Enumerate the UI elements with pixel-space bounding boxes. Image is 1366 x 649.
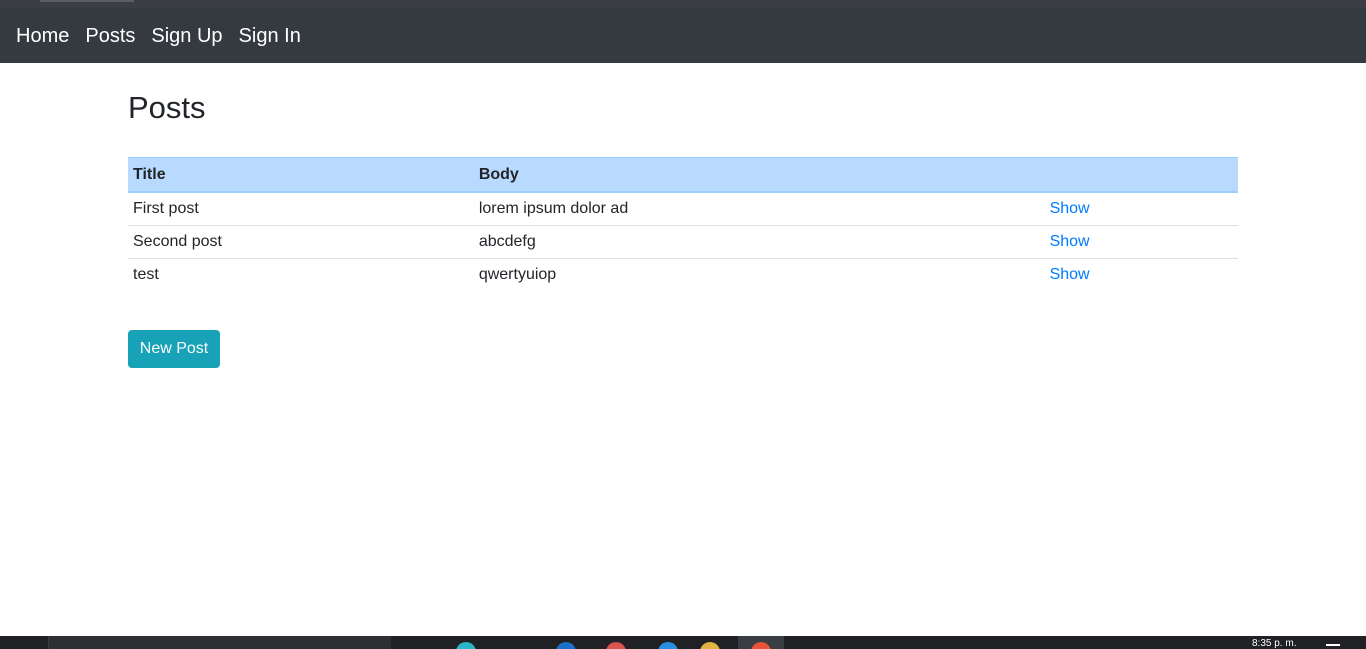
show-post-link[interactable]: Show	[1050, 266, 1090, 283]
taskbar-search-box[interactable]	[48, 636, 391, 649]
nav-posts-link[interactable]: Posts	[85, 22, 135, 50]
posts-table-header: Title Body	[128, 157, 1238, 193]
table-row: test qwertyuiop Show	[128, 259, 1238, 292]
post-title-cell: test	[133, 266, 159, 283]
header-row: Title Body	[128, 157, 1238, 193]
column-header-title: Title	[128, 157, 474, 193]
top-navbar: Home Posts Sign Up Sign In	[0, 0, 1366, 63]
taskbar-active-app-slot[interactable]	[738, 636, 784, 649]
folder-icon[interactable]	[700, 642, 720, 649]
browser-tab-edge	[40, 0, 134, 2]
browser-tab-strip	[0, 0, 1366, 8]
page-title: Posts	[128, 90, 206, 125]
post-action-cell: Show	[1044, 225, 1238, 259]
posts-table: Title Body First post lorem ipsum dolor …	[128, 157, 1238, 291]
taskbar-app-icon[interactable]	[658, 642, 678, 649]
show-post-link[interactable]: Show	[1050, 233, 1090, 250]
taskbar-app-icon[interactable]	[556, 642, 576, 649]
table-row: Second post abcdefg Show	[128, 225, 1238, 259]
post-body-cell: qwertyuiop	[478, 266, 557, 283]
taskbar-app-icon[interactable]	[606, 642, 626, 649]
os-taskbar: 8:35 p. m.	[0, 636, 1366, 649]
column-header-action	[1044, 157, 1238, 193]
post-body-cell: abcdefg	[473, 225, 1045, 259]
column-header-body: Body	[473, 157, 1045, 193]
nav-sign-in-link[interactable]: Sign In	[239, 22, 301, 50]
taskbar-app-icon[interactable]	[456, 642, 476, 649]
posts-table-body: First post lorem ipsum dolor ad Show Sec…	[128, 192, 1238, 291]
post-title-cell: Second post	[128, 225, 474, 259]
show-post-link[interactable]: Show	[1050, 200, 1090, 217]
new-post-button[interactable]: New Post	[128, 330, 220, 368]
taskbar-clock[interactable]: 8:35 p. m.	[1252, 639, 1296, 649]
table-row: First post lorem ipsum dolor ad Show	[128, 192, 1238, 226]
post-action-cell: Show	[1044, 192, 1238, 226]
nav-sign-up-link[interactable]: Sign Up	[151, 22, 222, 50]
notification-icon[interactable]	[1326, 644, 1340, 646]
browser-icon[interactable]	[751, 642, 771, 649]
nav-links: Home Posts Sign Up Sign In	[16, 22, 301, 50]
nav-home-link[interactable]: Home	[16, 22, 69, 50]
post-body-cell: lorem ipsum dolor ad	[473, 192, 1045, 226]
post-title-cell: First post	[128, 192, 474, 226]
post-action-cell: Show	[1045, 259, 1238, 292]
